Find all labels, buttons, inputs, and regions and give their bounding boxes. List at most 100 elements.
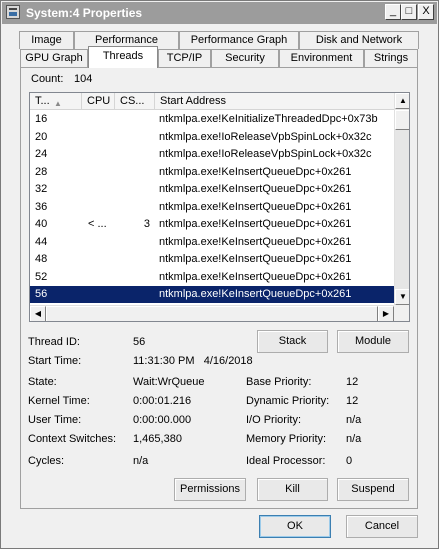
tab-security[interactable]: Security <box>211 49 279 67</box>
tab-performance-graph[interactable]: Performance Graph <box>179 31 299 49</box>
count-label: Count: <box>31 73 64 85</box>
cell-cpu: < ... <box>88 218 107 230</box>
properties-window: System:4 Properties _ □ X Image Performa… <box>0 0 439 549</box>
thread-id-value: 56 <box>133 336 146 348</box>
kernel-time-label: Kernel Time: <box>28 395 90 407</box>
cell-tid: 48 <box>35 253 48 265</box>
thread-id-label: Thread ID: <box>28 336 80 348</box>
tab-threads[interactable]: Threads <box>88 46 158 68</box>
cell-tid: 52 <box>35 270 48 283</box>
kill-button[interactable]: Kill <box>257 478 328 501</box>
stack-button[interactable]: Stack <box>257 330 328 353</box>
cell-start-address: ntkmlpa.exe!KeInitializeThreadedDpc+0x73… <box>159 113 378 125</box>
cell-tid: 16 <box>35 113 48 125</box>
scroll-up-icon[interactable]: ▲ <box>395 93 409 109</box>
vertical-scrollbar[interactable]: ▲ ▼ <box>394 93 409 305</box>
dynamic-priority-label: Dynamic Priority: <box>246 395 330 407</box>
cell-start-address: ntkmlpa.exe!KeInsertQueueDpc+0x261 <box>159 165 352 178</box>
io-priority-value: n/a <box>346 414 362 426</box>
memory-priority-value: n/a <box>346 433 362 445</box>
threads-list[interactable]: T... ▲ CPU CS... Start Address 16 ntkmlpa… <box>29 92 410 322</box>
tab-strings[interactable]: Strings <box>364 49 418 67</box>
tab-environment[interactable]: Environment <box>279 49 364 67</box>
tab-image[interactable]: Image <box>19 31 74 49</box>
cell-start-address: ntkmlpa.exe!KeInsertQueueDpc+0x261 <box>159 253 352 265</box>
table-row[interactable]: 52 ntkmlpa.exe!KeInsertQueueDpc+0x261 <box>30 269 394 286</box>
table-row[interactable]: 28 ntkmlpa.exe!KeInsertQueueDpc+0x261 <box>30 164 394 181</box>
scroll-right-icon[interactable]: ▶ <box>378 306 394 321</box>
ideal-processor-value: 0 <box>346 455 353 467</box>
cell-start-address: ntkmlpa.exe!KeInsertQueueDpc+0x261 <box>159 200 352 213</box>
start-time-value: 11:31:30 PM 4/16/2018 <box>133 355 253 367</box>
window-app-icon <box>6 5 20 19</box>
permissions-button[interactable]: Permissions <box>174 478 246 501</box>
table-row[interactable]: 32 ntkmlpa.exe!KeInsertQueueDpc+0x261 <box>30 181 394 198</box>
sort-ascending-icon: ▲ <box>54 99 62 108</box>
cell-start-address: ntkmlpa.exe!IoReleaseVpbSpinLock+0x32c <box>159 130 372 143</box>
table-row[interactable]: 48 ntkmlpa.exe!KeInsertQueueDpc+0x261 <box>30 251 394 268</box>
cell-tid: 28 <box>35 165 48 178</box>
state-value: Wait:WrQueue <box>133 376 205 388</box>
suspend-button[interactable]: Suspend <box>337 478 409 501</box>
start-time-label: Start Time: <box>28 355 82 367</box>
cell-cs: 3 <box>143 218 150 230</box>
tab-gpu-graph[interactable]: GPU Graph <box>20 49 88 67</box>
title-bar[interactable]: System:4 Properties _ □ X <box>2 2 437 24</box>
column-header-cs[interactable]: CS... <box>115 93 155 110</box>
tab-tcp-ip[interactable]: TCP/IP <box>158 49 211 67</box>
cell-tid: 24 <box>35 148 48 160</box>
vertical-scroll-thumb[interactable] <box>395 110 409 130</box>
horizontal-scrollbar[interactable]: ◀ ▶ <box>30 305 394 321</box>
cell-tid: 32 <box>35 183 48 195</box>
window-title: System:4 Properties <box>26 6 143 20</box>
scrollbar-corner <box>394 305 409 321</box>
context-switches-value: 1,465,380 <box>133 433 182 445</box>
dynamic-priority-value: 12 <box>346 395 359 407</box>
tab-disk-and-network[interactable]: Disk and Network <box>299 31 419 49</box>
column-header-tid[interactable]: T... ▲ <box>30 93 82 110</box>
cell-tid: 20 <box>35 130 48 143</box>
cell-tid: 40 <box>35 218 48 230</box>
table-row[interactable]: 36 ntkmlpa.exe!KeInsertQueueDpc+0x261 <box>30 199 394 216</box>
cell-tid: 36 <box>35 200 48 213</box>
cell-start-address: ntkmlpa.exe!KeInsertQueueDpc+0x261 <box>159 218 352 230</box>
memory-priority-label: Memory Priority: <box>246 433 327 445</box>
cell-start-address: ntkmlpa.exe!KeInsertQueueDpc+0x261 <box>159 235 352 248</box>
cell-start-address: ntkmlpa.exe!KeInsertQueueDpc+0x261 <box>159 288 352 300</box>
table-row[interactable]: 40 < ... 3 ntkmlpa.exe!KeInsertQueueDpc+0x2… <box>30 216 394 233</box>
ideal-processor-label: Ideal Processor: <box>246 455 326 467</box>
io-priority-label: I/O Priority: <box>246 414 302 426</box>
table-row[interactable]: 56 ntkmlpa.exe!KeInsertQueueDpc+0x261 <box>30 286 394 303</box>
base-priority-value: 12 <box>346 376 359 388</box>
base-priority-label: Base Priority: <box>246 376 312 388</box>
user-time-value: 0:00:00.000 <box>133 414 192 426</box>
table-row[interactable]: 24 ntkmlpa.exe!IoReleaseVpbSpinLock+0x32c <box>30 146 394 163</box>
scroll-left-icon[interactable]: ◀ <box>30 306 46 321</box>
cancel-button[interactable]: Cancel <box>346 515 418 538</box>
table-row[interactable]: 44 ntkmlpa.exe!KeInsertQueueDpc+0x261 <box>30 234 394 251</box>
scroll-down-icon[interactable]: ▼ <box>395 289 409 305</box>
column-header-cpu[interactable]: CPU <box>82 93 115 110</box>
kernel-time-value: 0:00:01.216 <box>133 395 192 407</box>
module-button[interactable]: Module <box>337 330 409 353</box>
table-row[interactable]: 20 ntkmlpa.exe!IoReleaseVpbSpinLock+0x32c <box>30 129 394 146</box>
column-header-start-address[interactable]: Start Address <box>155 93 394 110</box>
cell-tid: 44 <box>35 235 48 248</box>
threads-list-header: T... ▲ CPU CS... Start Address <box>30 93 394 110</box>
user-time-label: User Time: <box>28 414 82 426</box>
cycles-value: n/a <box>133 455 149 467</box>
horizontal-scroll-thumb[interactable] <box>46 306 378 321</box>
ok-button[interactable]: OK <box>259 515 331 538</box>
state-label: State: <box>28 376 57 388</box>
column-tid-label: T... <box>35 95 50 107</box>
cell-start-address: ntkmlpa.exe!KeInsertQueueDpc+0x261 <box>159 270 352 283</box>
table-row[interactable]: 16 ntkmlpa.exe!KeInitializeThreadedDpc+0x… <box>30 111 394 128</box>
cell-start-address: ntkmlpa.exe!KeInsertQueueDpc+0x261 <box>159 183 352 195</box>
cell-tid: 56 <box>35 288 48 300</box>
maximize-button[interactable]: □ <box>401 4 417 20</box>
minimize-button[interactable]: _ <box>385 4 401 20</box>
context-switches-label: Context Switches: <box>28 433 117 445</box>
close-button[interactable]: X <box>418 4 434 20</box>
cell-start-address: ntkmlpa.exe!IoReleaseVpbSpinLock+0x32c <box>159 148 372 160</box>
count-value: 104 <box>74 73 93 85</box>
